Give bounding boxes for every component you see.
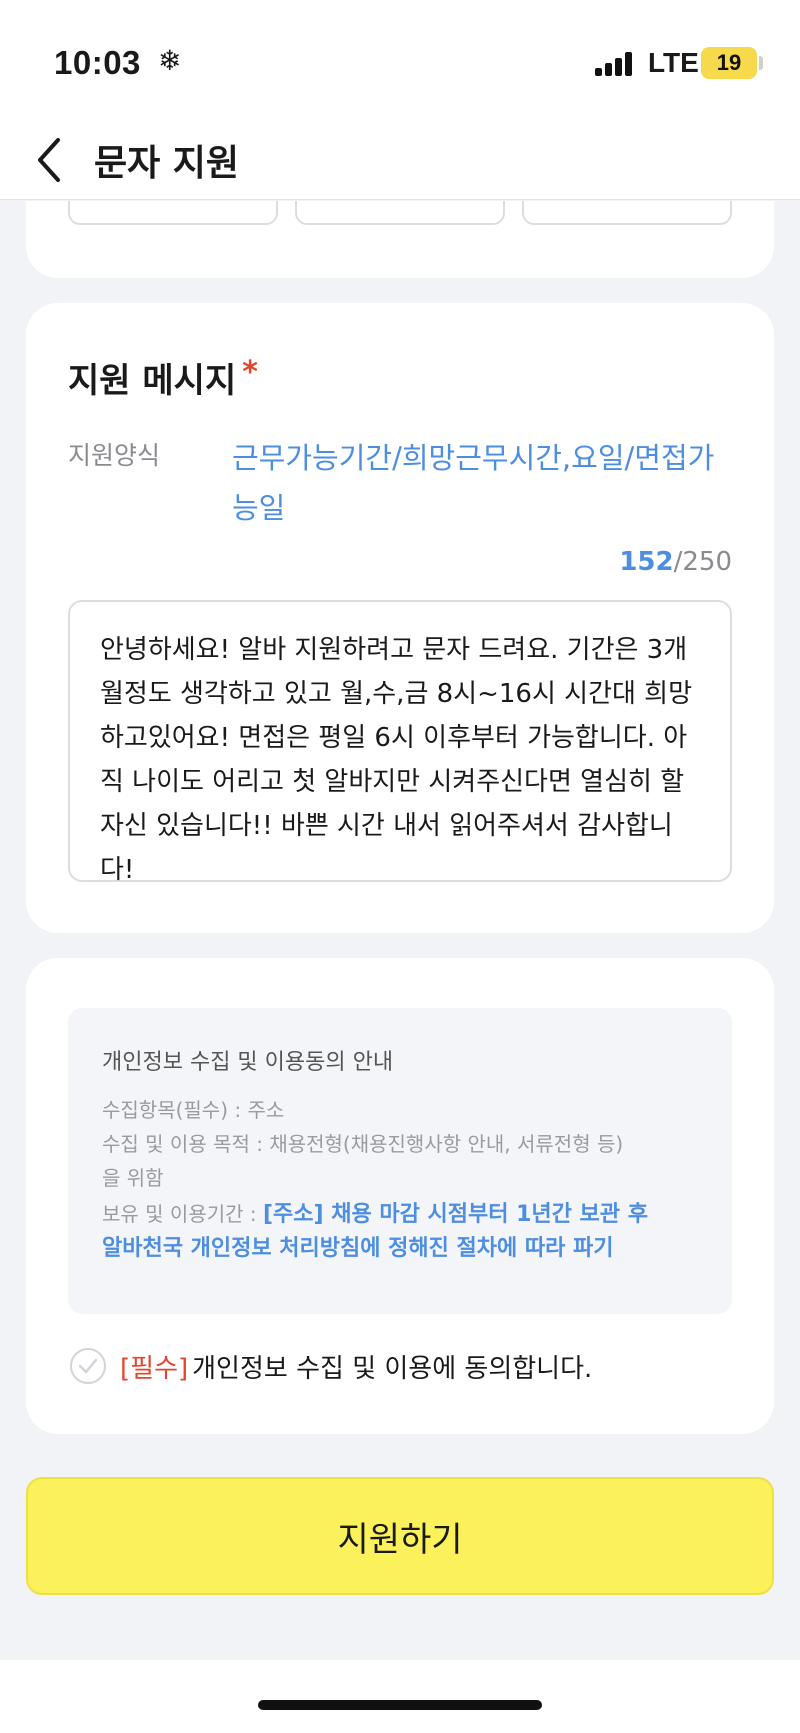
chevron-left-icon	[38, 138, 60, 182]
battery-level: 19	[716, 50, 742, 75]
privacy-section-card: 개인정보 수집 및 이용동의 안내 수집항목(필수) : 주소 수집 및 이용 …	[26, 958, 774, 1434]
message-textarea[interactable]: 안녕하세요! 알바 지원하려고 문자 드려요. 기간은 3개월정도 생각하고 있…	[68, 600, 732, 885]
section-title: 지원 메시지 *	[68, 353, 258, 402]
battery-icon: 19	[701, 47, 757, 79]
battery-tip	[759, 56, 763, 70]
network-label: LTE	[648, 47, 699, 78]
status-bar: 10:03 ❄ LTE 19	[0, 0, 800, 120]
privacy-purpose-cont: 을 위함	[102, 1166, 164, 1190]
submit-button[interactable]: 지원하기	[26, 1477, 774, 1595]
privacy-purpose: 수집 및 이용 목적 : 채용전형(채용진행사항 안내, 서류전형 등)	[102, 1132, 624, 1156]
privacy-retention: 보유 및 이용기간 : [주소] 채용 마감 시점부터 1년간 보관 후	[102, 1196, 648, 1228]
privacy-items: 수집항목(필수) : 주소	[102, 1098, 285, 1122]
privacy-notice-title: 개인정보 수집 및 이용동의 안내	[102, 1050, 394, 1075]
format-label: 지원양식	[68, 441, 161, 470]
option-box[interactable]	[295, 201, 505, 225]
required-mark: *	[242, 355, 258, 390]
snowflake-icon: ❄	[158, 44, 182, 77]
status-time: 10:03	[54, 44, 141, 81]
char-counter: 152/250	[619, 547, 732, 577]
header: 문자 지원	[0, 120, 800, 200]
format-value[interactable]: 근무가능기간/희망근무시간,요일/면접가능일	[232, 433, 732, 533]
char-count: 152	[619, 547, 674, 577]
previous-section-card	[26, 201, 774, 278]
back-button[interactable]	[26, 128, 86, 188]
char-limit: /250	[673, 547, 732, 577]
retention-label: 보유 및 이용기간 :	[102, 1202, 263, 1226]
home-indicator[interactable]	[258, 1700, 542, 1710]
message-section-card: 지원 메시지 * 지원양식 근무가능기간/희망근무시간,요일/면접가능일 152/…	[26, 303, 774, 933]
bottom-bar	[0, 1660, 800, 1733]
agree-required-tag: [필수]	[120, 1353, 189, 1384]
retention-value-cont: 알바천국 개인정보 처리방침에 정해진 절차에 따라 파기	[102, 1236, 614, 1261]
option-box[interactable]	[522, 201, 732, 225]
privacy-agree-checkbox[interactable]: [필수] 개인정보 수집 및 이용에 동의합니다.	[70, 1346, 592, 1386]
page-title: 문자 지원	[94, 143, 240, 184]
privacy-notice: 개인정보 수집 및 이용동의 안내 수집항목(필수) : 주소 수집 및 이용 …	[68, 1008, 732, 1314]
agree-label: 개인정보 수집 및 이용에 동의합니다.	[192, 1353, 593, 1384]
check-circle-icon	[70, 1348, 106, 1384]
retention-value: [주소] 채용 마감 시점부터 1년간 보관 후	[262, 1202, 648, 1227]
option-box[interactable]	[68, 201, 278, 225]
signal-strength-icon	[595, 52, 635, 76]
section-title-text: 지원 메시지	[68, 361, 237, 401]
